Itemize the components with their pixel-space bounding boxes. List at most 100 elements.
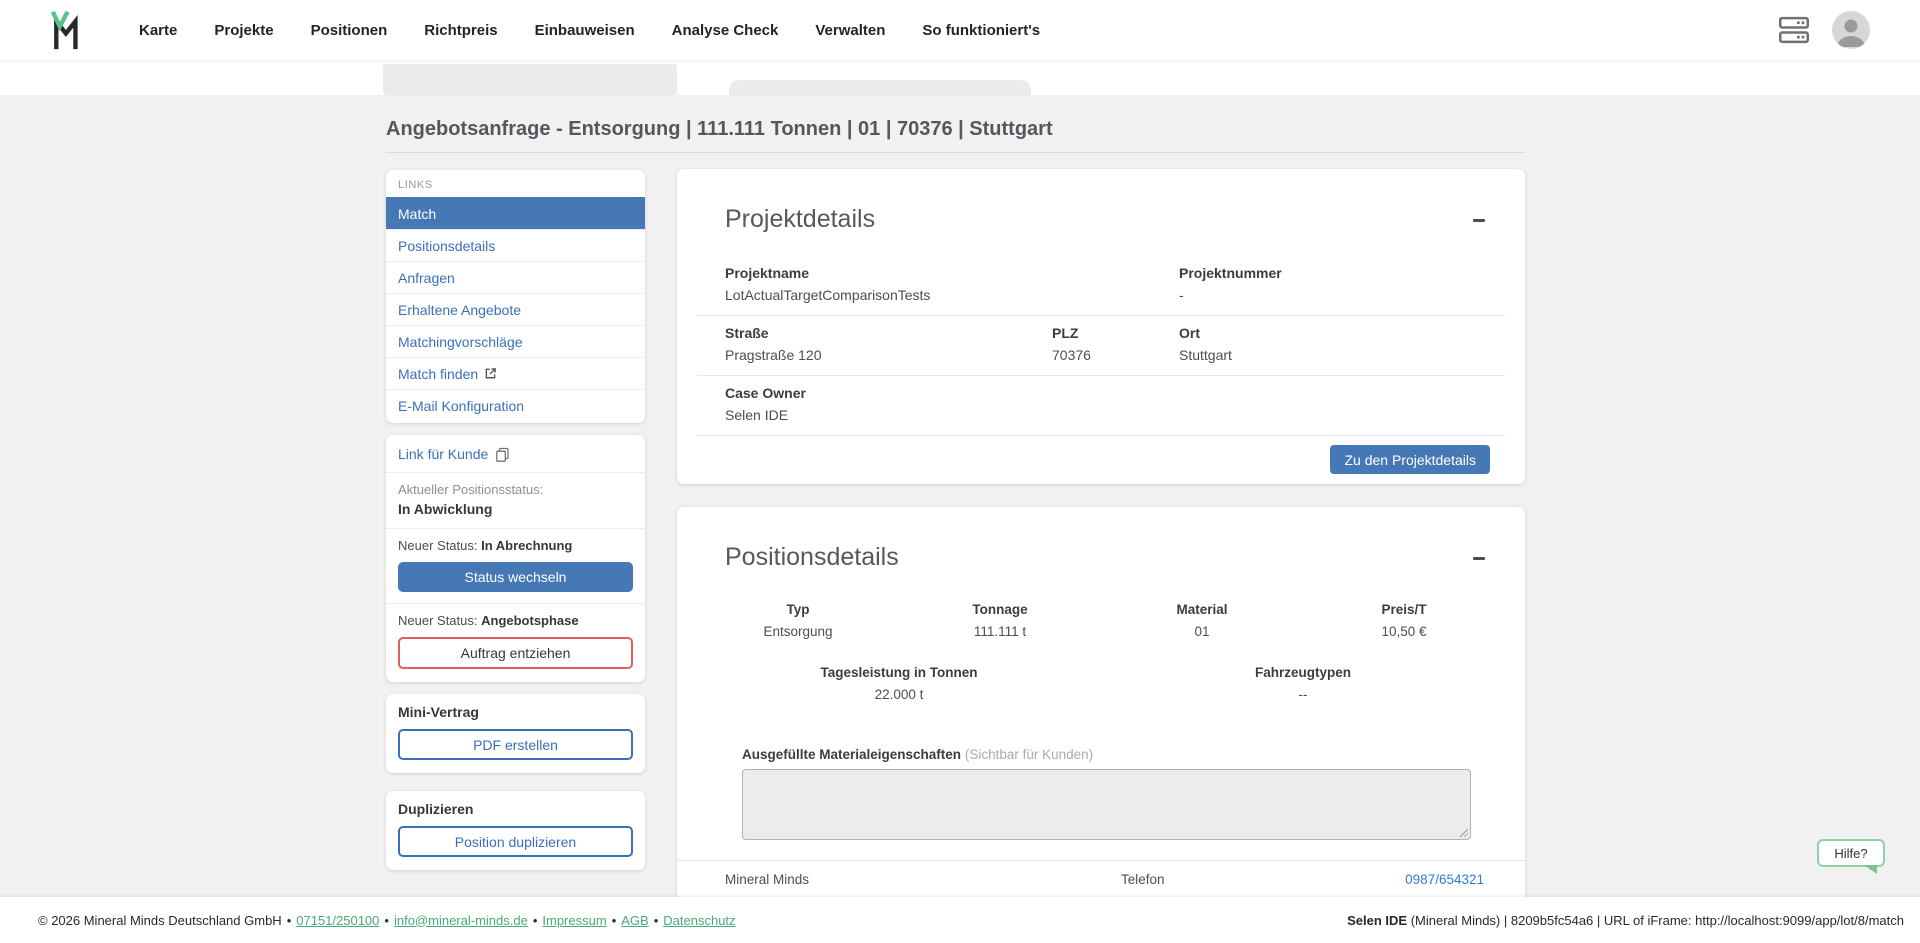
sidebar-item-positionsdetails[interactable]: Positionsdetails <box>386 229 645 261</box>
duplicate-position-button[interactable]: Position duplizieren <box>398 826 633 857</box>
strasse-label: Straße <box>725 325 1052 341</box>
customer-link-label: Link für Kunde <box>398 446 488 462</box>
revoke-status-prefix: Neuer Status: <box>398 613 481 628</box>
sidebar-item-label: Match finden <box>398 366 478 382</box>
tonnage-value: 111.111 t <box>899 624 1101 639</box>
position-summary-row: Typ Entsorgung Tonnage 111.111 t Materia… <box>697 602 1505 639</box>
mini-contract-title: Mini-Vertrag <box>398 704 633 720</box>
plz-value: 70376 <box>1052 347 1179 363</box>
projektnummer-value: - <box>1179 287 1505 303</box>
current-status-value: In Abwicklung <box>398 501 633 517</box>
material-value: 01 <box>1101 624 1303 639</box>
skeleton-block <box>383 64 677 95</box>
main-content: Projektdetails Projektname LotActualTarg… <box>677 169 1525 933</box>
current-status-section: Aktueller Positionsstatus: In Abwicklung <box>386 473 645 529</box>
strasse-value: Pragstraße 120 <box>725 347 1052 363</box>
typ-label: Typ <box>697 602 899 617</box>
page-title: Angebotsanfrage - Entsorgung | 111.111 T… <box>386 118 1053 141</box>
nav-item-so-funktionierts[interactable]: So funktioniert's <box>922 22 1040 39</box>
material-label: Material <box>1101 602 1303 617</box>
position-secondary-row: Tagesleistung in Tonnen 22.000 t Fahrzeu… <box>697 665 1505 702</box>
help-button[interactable]: Hilfe? <box>1817 839 1885 867</box>
next-status-section: Neuer Status: In Abrechnung Status wechs… <box>386 529 645 604</box>
create-pdf-button[interactable]: PDF erstellen <box>398 729 633 760</box>
external-link-icon <box>484 367 497 380</box>
project-details-title: Projektdetails <box>725 169 1525 234</box>
sidebar-links-header: LINKS <box>386 170 645 197</box>
change-status-button[interactable]: Status wechseln <box>398 562 633 592</box>
typ-value: Entsorgung <box>697 624 899 639</box>
tonnage-label: Tonnage <box>899 602 1101 617</box>
header-substrip <box>0 60 1920 95</box>
fahrzeugtypen-value: -- <box>1101 687 1505 702</box>
nav-item-analyse-check[interactable]: Analyse Check <box>672 22 779 39</box>
footer-copyright: © 2026 Mineral Minds Deutschland GmbH <box>38 913 282 928</box>
material-properties-label: Ausgefüllte Materialeigenschaften <box>742 747 961 762</box>
nav-item-richtpreis[interactable]: Richtpreis <box>424 22 497 39</box>
title-divider <box>386 152 1525 153</box>
nav-item-verwalten[interactable]: Verwalten <box>815 22 885 39</box>
projektname-value: LotActualTargetComparisonTests <box>725 287 1179 303</box>
next-status-prefix: Neuer Status: <box>398 538 481 553</box>
sidebar-item-match-finden[interactable]: Match finden <box>386 357 645 389</box>
footer-email-link[interactable]: info@mineral-minds.de <box>394 913 528 928</box>
customer-link[interactable]: Link für Kunde <box>386 435 645 473</box>
minus-icon[interactable] <box>1473 219 1485 222</box>
telefon-link[interactable]: 0987/654321 <box>1405 870 1484 889</box>
next-status-value: In Abrechnung <box>481 538 572 553</box>
sidebar-item-matchingvorschlaege[interactable]: Matchingvorschläge <box>386 325 645 357</box>
session-user: Selen IDE <box>1347 913 1407 928</box>
top-navigation: Karte Projekte Positionen Richtpreis Ein… <box>0 0 1920 60</box>
server-icon[interactable] <box>1779 16 1809 44</box>
footer-impressum-link[interactable]: Impressum <box>542 913 606 928</box>
nav-item-positionen[interactable]: Positionen <box>311 22 388 39</box>
minus-icon[interactable] <box>1473 557 1485 560</box>
mini-contract-card: Mini-Vertrag PDF erstellen <box>386 694 645 773</box>
case-owner-label: Case Owner <box>725 385 1505 401</box>
nav-item-einbauweisen[interactable]: Einbauweisen <box>535 22 635 39</box>
position-details-title: Positionsdetails <box>725 507 1525 572</box>
mineral-minds-logo[interactable] <box>45 8 85 52</box>
to-project-details-button[interactable]: Zu den Projektdetails <box>1330 445 1490 474</box>
skeleton-block <box>729 80 1031 95</box>
footer-datenschutz-link[interactable]: Datenschutz <box>663 913 735 928</box>
projektnummer-label: Projektnummer <box>1179 265 1505 281</box>
duplicate-card: Duplizieren Position duplizieren <box>386 791 645 870</box>
preis-label: Preis/T <box>1303 602 1505 617</box>
sidebar-item-anfragen[interactable]: Anfragen <box>386 261 645 293</box>
nav-right-icons <box>1779 11 1870 49</box>
nav-item-karte[interactable]: Karte <box>139 22 177 39</box>
user-avatar-icon[interactable] <box>1832 11 1870 49</box>
sidebar-item-match[interactable]: Match <box>386 197 645 229</box>
ort-value: Stuttgart <box>1179 347 1505 363</box>
current-status-label: Aktueller Positionsstatus: <box>398 482 633 497</box>
footer-agb-link[interactable]: AGB <box>621 913 648 928</box>
tagesleistung-value: 22.000 t <box>697 687 1101 702</box>
ort-label: Ort <box>1179 325 1505 341</box>
sidebar: LINKS Match Positionsdetails Anfragen Er… <box>386 170 645 934</box>
revoke-order-button[interactable]: Auftrag entziehen <box>398 637 633 669</box>
material-properties-textarea[interactable] <box>742 769 1471 840</box>
preis-value: 10,50 € <box>1303 624 1505 639</box>
revoke-status-value: Angebotsphase <box>481 613 579 628</box>
plz-label: PLZ <box>1052 325 1179 341</box>
nav-item-projekte[interactable]: Projekte <box>214 22 273 39</box>
sidebar-item-erhaltene-angebote[interactable]: Erhaltene Angebote <box>386 293 645 325</box>
footer-phone-link[interactable]: 07151/250100 <box>296 913 379 928</box>
sidebar-status-card: Link für Kunde Aktueller Positionsstatus… <box>386 435 645 682</box>
copy-icon <box>495 447 510 462</box>
revoke-section: Neuer Status: Angebotsphase Auftrag entz… <box>386 604 645 682</box>
position-details-card: Positionsdetails Typ Entsorgung Tonnage … <box>677 507 1525 933</box>
contact-company: Mineral Minds <box>725 870 1121 889</box>
project-details-card: Projektdetails Projektname LotActualTarg… <box>677 169 1525 484</box>
tagesleistung-label: Tagesleistung in Tonnen <box>697 665 1101 680</box>
session-info: Selen IDE (Mineral Minds) | 8209b5fc54a6… <box>1347 913 1904 928</box>
sidebar-item-email-konfiguration[interactable]: E-Mail Konfiguration <box>386 389 645 421</box>
material-properties-hint: (Sichtbar für Kunden) <box>965 747 1093 762</box>
projektname-label: Projektname <box>725 265 1179 281</box>
sidebar-links-card: LINKS Match Positionsdetails Anfragen Er… <box>386 170 645 423</box>
project-details-fields: Projektname LotActualTargetComparisonTes… <box>697 256 1505 436</box>
nav-menu: Karte Projekte Positionen Richtpreis Ein… <box>139 22 1040 39</box>
duplicate-title: Duplizieren <box>398 801 633 817</box>
telefon-label: Telefon <box>1121 870 1405 889</box>
